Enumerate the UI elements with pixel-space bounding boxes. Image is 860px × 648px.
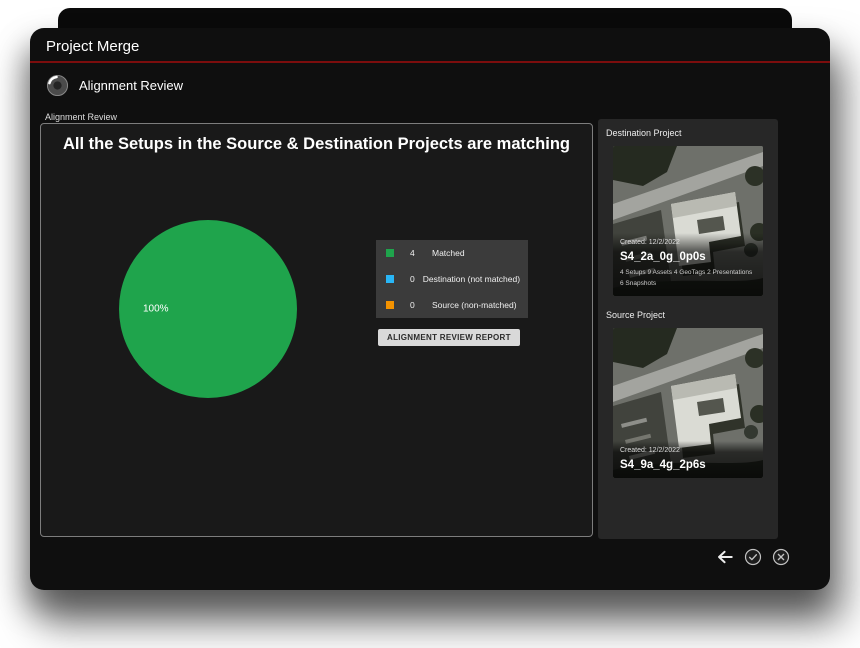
footer-actions xyxy=(716,548,790,566)
page-background: Project Merge Alignment Review Alignment… xyxy=(0,0,860,648)
legend-value: 0 xyxy=(410,274,415,284)
alignment-review-panel: All the Setups in the Source & Destinati… xyxy=(40,123,593,537)
cancel-x-icon[interactable] xyxy=(772,548,790,566)
source-project-label: Source Project xyxy=(606,310,770,320)
destination-project-info: Created: 12/2/2022 S4_2a_0g_0p0s 4 Setup… xyxy=(613,233,763,296)
legend-value: 4 xyxy=(410,248,424,258)
matching-heading: All the Setups in the Source & Destinati… xyxy=(41,135,592,154)
pie-chart: 100% xyxy=(119,220,297,398)
pie-percent-label: 100% xyxy=(143,304,169,315)
destination-color-swatch xyxy=(386,275,394,283)
matched-color-swatch xyxy=(386,249,394,257)
section-title: Alignment Review xyxy=(79,78,183,93)
legend-item-destination-not-matched: 0 Destination (not matched) xyxy=(376,266,528,292)
source-color-swatch xyxy=(386,301,394,309)
legend-value: 0 xyxy=(410,300,424,310)
window-title: Project Merge xyxy=(46,38,139,55)
legend-label: Matched xyxy=(432,248,465,258)
source-project-card: Created: 12/2/2022 S4_9a_4g_2p6s xyxy=(613,328,763,478)
legend-label: Destination (not matched) xyxy=(423,274,520,284)
legend-item-source-non-matched: 0 Source (non-matched) xyxy=(376,292,528,318)
destination-project-details: 4 Setups 9 Assets 4 GeoTags 2 Presentati… xyxy=(620,268,756,289)
projects-sidebar: Destination Project xyxy=(598,119,778,539)
alignment-review-lens-icon xyxy=(46,74,69,97)
project-merge-window: Project Merge Alignment Review Alignment… xyxy=(30,28,830,590)
panel-label: Alignment Review xyxy=(45,112,117,122)
section-header: Alignment Review xyxy=(46,74,183,97)
source-project-name: S4_9a_4g_2p6s xyxy=(620,459,756,471)
chart-legend: 4 Matched 0 Destination (not matched) 0 … xyxy=(376,240,528,318)
destination-created-date: Created: 12/2/2022 xyxy=(620,239,756,246)
source-project-info: Created: 12/2/2022 S4_9a_4g_2p6s xyxy=(613,441,763,478)
destination-project-name: S4_2a_0g_0p0s xyxy=(620,251,756,263)
destination-project-label: Destination Project xyxy=(606,128,770,138)
legend-label: Source (non-matched) xyxy=(432,300,517,310)
legend-item-matched: 4 Matched xyxy=(376,240,528,266)
back-arrow-icon[interactable] xyxy=(716,548,734,566)
alignment-review-report-button[interactable]: ALIGNMENT REVIEW REPORT xyxy=(378,329,520,346)
source-created-date: Created: 12/2/2022 xyxy=(620,447,756,454)
confirm-check-icon[interactable] xyxy=(744,548,762,566)
title-divider xyxy=(30,61,830,63)
destination-project-card: Created: 12/2/2022 S4_2a_0g_0p0s 4 Setup… xyxy=(613,146,763,296)
